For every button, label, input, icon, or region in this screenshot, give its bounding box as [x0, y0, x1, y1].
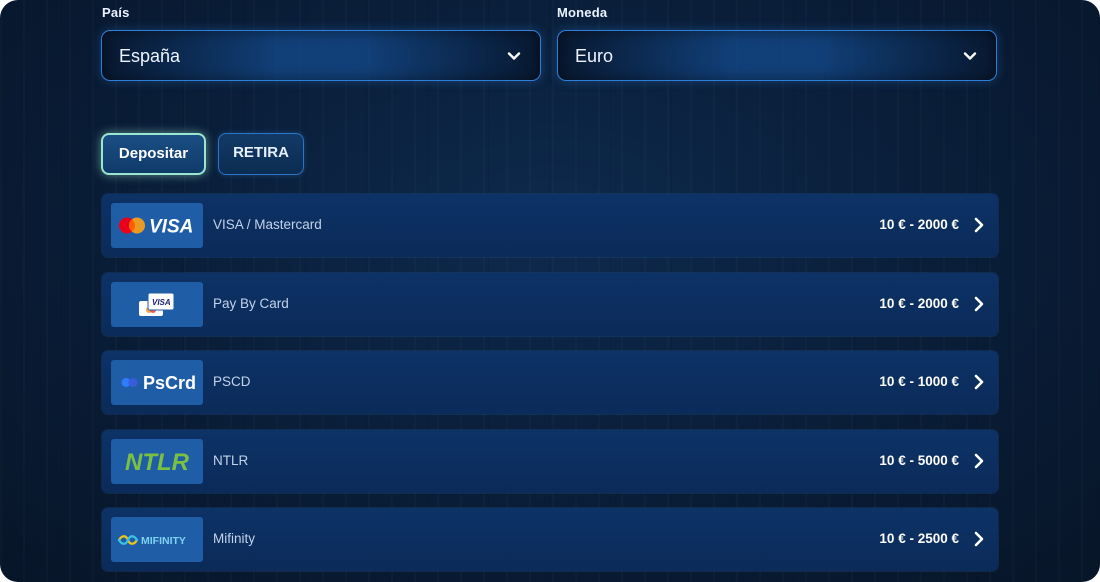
chevron-right-icon	[974, 374, 984, 390]
country-select[interactable]: España	[101, 30, 541, 81]
payment-method-pay-by-card[interactable]: VISA Pay By Card 10 € - 2000 €	[102, 273, 998, 336]
country-value: España	[119, 46, 181, 66]
visa-logo-text: VISA	[149, 217, 193, 238]
pay-by-card-logo: VISA	[111, 282, 203, 327]
currency-select[interactable]: Euro	[557, 30, 997, 81]
pscrd-icon: PsCrd	[121, 373, 196, 393]
tab-deposit[interactable]: Depositar	[101, 133, 206, 175]
method-limit: 10 € - 2000 €	[879, 217, 959, 232]
visa-mastercard-logo: VISA	[111, 203, 203, 248]
card-logo-text: VISA	[152, 298, 171, 307]
method-limit: 10 € - 5000 €	[879, 453, 959, 468]
chevron-right-icon	[974, 296, 984, 312]
method-name: NTLR	[213, 453, 249, 468]
payment-method-mifinity[interactable]: MIFINITY Mifinity 10 € - 2500 €	[102, 508, 998, 571]
currency-value: Euro	[575, 46, 614, 66]
ntlr-logo-text: NTLR	[125, 449, 190, 476]
currency-label: Moneda	[557, 5, 608, 20]
pscrd-logo-text: PsCrd	[143, 373, 196, 393]
country-label: País	[102, 5, 130, 20]
chevron-down-icon	[963, 52, 977, 60]
method-limit: 10 € - 2000 €	[879, 296, 959, 311]
chevron-right-icon	[974, 531, 984, 547]
visa-mastercard-icon: VISA	[119, 217, 193, 238]
pscd-logo: PsCrd	[111, 360, 203, 405]
cards-icon: VISA	[139, 292, 175, 316]
payment-panel: País España Moneda Euro Depositar RETIRA…	[0, 0, 1100, 582]
chevron-right-icon	[974, 453, 984, 469]
method-name: PSCD	[213, 374, 251, 389]
ntlr-icon: NTLR	[125, 449, 190, 476]
chevron-down-icon	[507, 52, 521, 60]
payment-method-ntlr[interactable]: NTLR NTLR 10 € - 5000 €	[102, 430, 998, 493]
method-name: VISA / Mastercard	[213, 217, 322, 232]
mifinity-logo-text: MIFINITY	[141, 535, 186, 547]
method-name: Pay By Card	[213, 296, 289, 311]
payment-method-visa-mastercard[interactable]: VISA VISA / Mastercard 10 € - 2000 €	[102, 194, 998, 257]
tab-withdraw[interactable]: RETIRA	[218, 133, 304, 175]
method-name: Mifinity	[213, 531, 256, 546]
mifinity-logo: MIFINITY	[111, 517, 203, 562]
method-limit: 10 € - 2500 €	[879, 531, 959, 546]
method-limit: 10 € - 1000 €	[879, 374, 959, 389]
chevron-right-icon	[974, 217, 984, 233]
ntlr-logo: NTLR	[111, 439, 203, 484]
payment-method-pscd[interactable]: PsCrd PSCD 10 € - 1000 €	[102, 351, 998, 414]
mifinity-icon: MIFINITY	[117, 535, 186, 547]
